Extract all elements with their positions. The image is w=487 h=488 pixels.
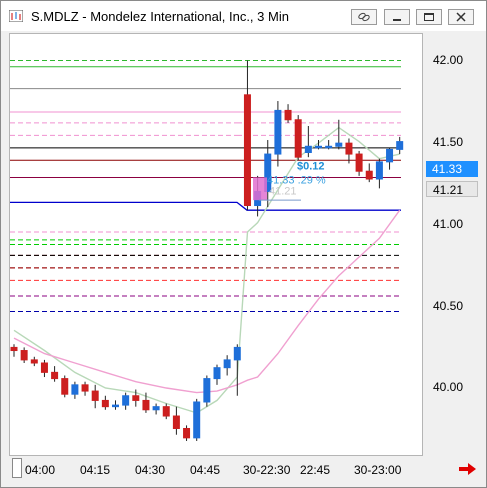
support-level-line bbox=[10, 201, 401, 211]
candle-body bbox=[375, 161, 383, 180]
faded-price-label: 41.21 bbox=[269, 186, 297, 198]
candle-body bbox=[294, 119, 302, 158]
price-tick: 40.50 bbox=[433, 299, 464, 313]
time-tick: 30-22:30 bbox=[243, 463, 291, 477]
candle-body bbox=[132, 395, 140, 401]
candle-body bbox=[162, 406, 170, 417]
time-tick: 04:15 bbox=[80, 463, 111, 477]
candle-body bbox=[112, 404, 119, 408]
candle-body bbox=[71, 384, 79, 395]
candle-body bbox=[223, 359, 231, 369]
chart-window: S.MDLZ - Mondelez International, Inc., 3… bbox=[0, 0, 487, 488]
candle-body bbox=[203, 378, 211, 403]
candle-body bbox=[122, 395, 130, 406]
ema-fast-line bbox=[13, 126, 400, 414]
price-tick: 41.50 bbox=[433, 135, 464, 149]
candle-body bbox=[81, 384, 89, 392]
candle-body bbox=[243, 94, 251, 207]
candle-body bbox=[315, 145, 322, 149]
candle-body bbox=[193, 401, 201, 439]
candle-body bbox=[396, 141, 404, 150]
candle-body bbox=[233, 346, 241, 361]
candle-body bbox=[51, 371, 59, 380]
candle-body bbox=[10, 346, 18, 352]
price-tick: 42.00 bbox=[433, 53, 464, 67]
entry-marker bbox=[253, 177, 267, 201]
candle-body bbox=[274, 109, 282, 155]
time-tick: 22:45 bbox=[300, 463, 331, 477]
price-chart[interactable]: $0.1241.33 .29 %41.21 bbox=[1, 1, 486, 487]
candle-body bbox=[20, 350, 28, 361]
change-label: $0.12 bbox=[297, 161, 325, 173]
candle-body bbox=[213, 367, 221, 380]
scroll-right-arrow-icon[interactable] bbox=[459, 462, 477, 476]
candle-body bbox=[325, 145, 333, 149]
price-tick: 40.00 bbox=[433, 380, 464, 394]
candle-body bbox=[345, 142, 353, 155]
candle-body bbox=[284, 109, 292, 121]
candle-body bbox=[304, 145, 312, 154]
price-tick: 41.00 bbox=[433, 217, 464, 231]
time-tick: 30-23:00 bbox=[354, 463, 402, 477]
open-price-tag: 41.21 bbox=[426, 181, 478, 197]
time-scroll-handle[interactable] bbox=[12, 458, 22, 478]
candle-body bbox=[355, 153, 363, 172]
candle-body bbox=[91, 390, 99, 401]
last-price-tag: 41.33 bbox=[426, 161, 478, 177]
candle-body bbox=[101, 399, 109, 408]
time-tick: 04:45 bbox=[190, 463, 221, 477]
candle-body bbox=[152, 406, 160, 411]
candle-body bbox=[61, 378, 69, 395]
ema-slow-line bbox=[13, 209, 401, 394]
candle-body bbox=[172, 415, 180, 429]
candle-body bbox=[386, 148, 394, 163]
time-tick: 04:00 bbox=[25, 463, 56, 477]
candle-body bbox=[183, 427, 191, 439]
candle-body bbox=[30, 359, 38, 364]
candle-body bbox=[365, 170, 373, 180]
candle-body bbox=[335, 142, 343, 147]
candle-body bbox=[142, 399, 150, 411]
time-tick: 04:30 bbox=[135, 463, 166, 477]
candle-body bbox=[40, 362, 48, 373]
